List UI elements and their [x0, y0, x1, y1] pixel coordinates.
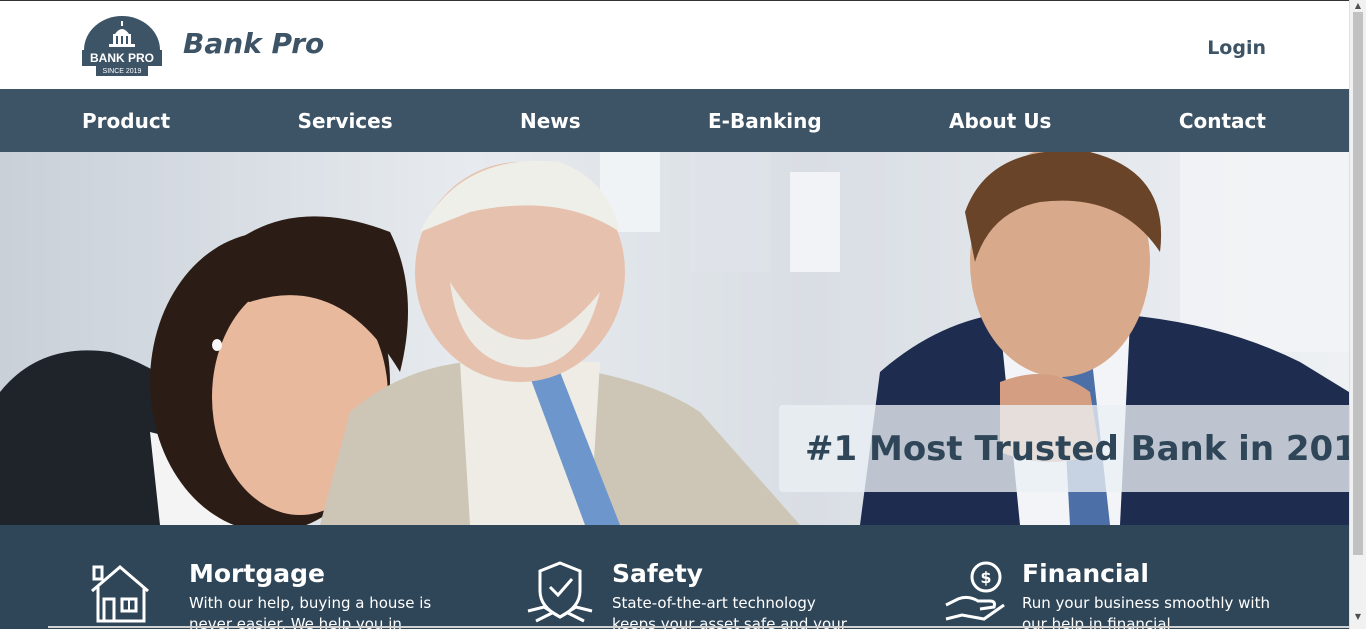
money-hand-icon: $	[944, 561, 1008, 625]
features-section: Mortgage With our help, buying a house i…	[0, 525, 1349, 629]
site-header: BANK PRO SINCE 2019 Bank Pro Login	[0, 0, 1349, 89]
feature-safety[interactable]: Safety State-of-the-art technology keeps…	[520, 525, 940, 629]
nav-product[interactable]: Product	[82, 109, 170, 133]
logo-since: SINCE 2019	[103, 68, 142, 75]
feature-mortgage[interactable]: Mortgage With our help, buying a house i…	[0, 525, 500, 629]
horizontal-scroll-track	[48, 626, 1349, 628]
scroll-thumb[interactable]	[1353, 12, 1363, 555]
brand-name[interactable]: Bank Pro	[183, 27, 324, 60]
main-nav: Product Services News E-Banking About Us…	[0, 89, 1349, 152]
hero-tagline: #1 Most Trusted Bank in 2019	[805, 428, 1349, 469]
feature-desc: Run your business smoothly with our help…	[1022, 594, 1270, 629]
scroll-down-icon[interactable]: ▼	[1353, 612, 1363, 622]
feature-desc: State-of-the-art technology keeps your a…	[612, 594, 847, 629]
nav-contact[interactable]: Contact	[1179, 109, 1266, 133]
svg-text:$: $	[980, 568, 991, 587]
feature-desc: With our help, buying a house is never e…	[189, 594, 432, 629]
shield-handshake-icon	[526, 561, 593, 625]
feature-title: Mortgage	[189, 559, 325, 588]
bank-logo[interactable]: BANK PRO SINCE 2019	[82, 16, 162, 76]
house-icon	[88, 561, 152, 625]
logo-text: BANK PRO	[90, 51, 154, 65]
vertical-scrollbar[interactable]: ▲ ▼	[1349, 0, 1366, 629]
scroll-up-icon[interactable]: ▲	[1353, 1, 1363, 11]
nav-news[interactable]: News	[520, 109, 581, 133]
hero-banner: #1 Most Trusted Bank in 2019	[779, 405, 1349, 492]
login-link[interactable]: Login	[1207, 37, 1266, 59]
nav-services[interactable]: Services	[298, 109, 393, 133]
nav-about-us[interactable]: About Us	[949, 109, 1051, 133]
hero-section: #1 Most Trusted Bank in 2019	[0, 152, 1349, 525]
feature-title: Financial	[1022, 559, 1149, 588]
feature-title: Safety	[612, 559, 703, 588]
nav-e-banking[interactable]: E-Banking	[708, 109, 822, 133]
feature-financial[interactable]: $ Financial Run your business smoothly w…	[940, 525, 1349, 629]
